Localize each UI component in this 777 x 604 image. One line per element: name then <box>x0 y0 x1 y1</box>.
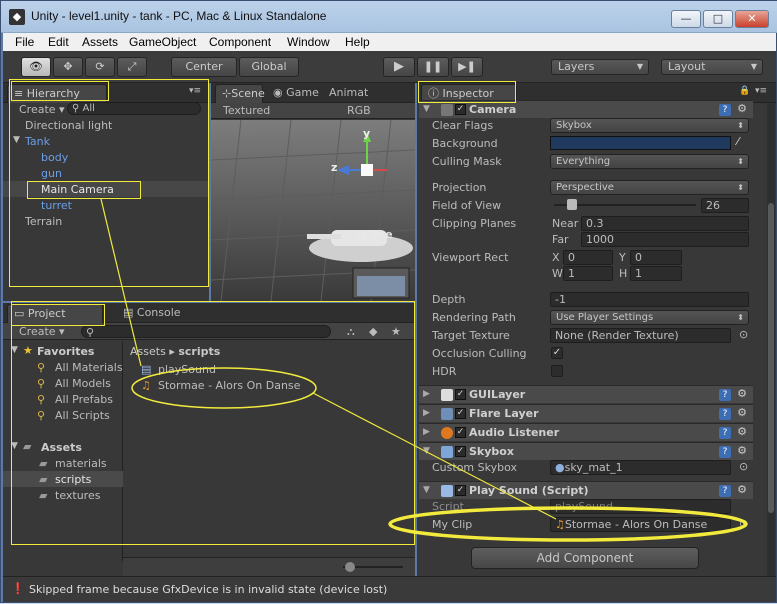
unity-window: ◆ Unity - level1.unity - tank - PC, Mac … <box>0 0 777 603</box>
annotation-arrows <box>100 198 748 542</box>
